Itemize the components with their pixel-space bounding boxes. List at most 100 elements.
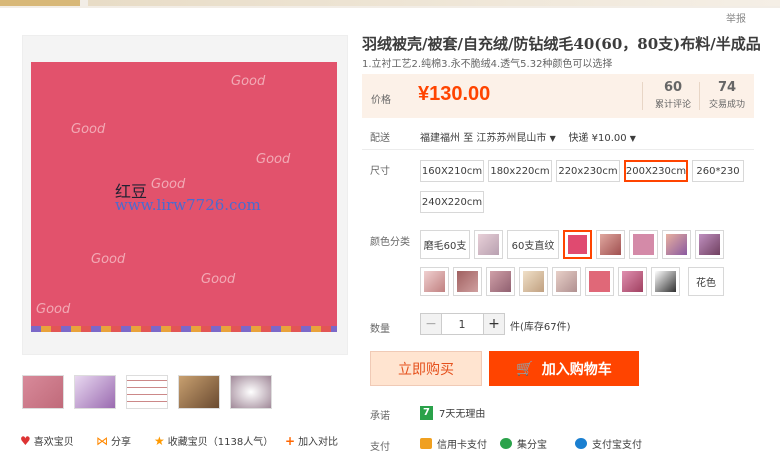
thumbnail-4[interactable] [178,375,220,409]
swatch-fill [633,234,654,255]
sales-count: 74 [717,80,737,95]
color-label: 颜色分类 [370,237,410,248]
sales-label: 交易成功 [708,100,745,110]
cart-icon: 🛒 [516,360,534,377]
size-option-220x230[interactable]: 220x230cm [556,160,620,182]
color-swatch[interactable] [629,230,658,259]
swatch-fill [568,235,587,254]
compare-label: 加入对比 [298,437,339,448]
image-watermark-url: www.lirw7726.com [115,196,261,214]
payment-alipay[interactable]: 支付宝支付 [575,436,642,451]
swatch-fill [699,234,720,255]
ship-method-select[interactable]: 快递 ¥10.00 ▼ [568,133,636,144]
size-option-200x230[interactable]: 200X230cm [624,160,688,182]
swatch-fill [424,271,445,292]
price-panel: 价格 ¥130.00 60 累计评论 74 交易成功 [362,74,754,118]
thumbnail-2[interactable] [74,375,116,409]
color-swatch[interactable] [695,230,724,259]
collect-button[interactable]: ★ 收藏宝贝（1138人气） [154,433,274,449]
thumbnail-3[interactable] [126,375,168,409]
compare-button[interactable]: + 加入对比 [285,433,339,449]
plus-icon: + [285,433,296,448]
swatch-fill [556,271,577,292]
size-option-240x220[interactable]: 240X220cm [420,191,484,213]
chevron-down-icon: ▼ [549,134,556,143]
size-option-260x230[interactable]: 260*230 [692,160,744,182]
payment-jifenbao[interactable]: 集分宝 [500,436,547,451]
buy-now-button[interactable]: 立即购买 [370,351,482,386]
color-swatch[interactable] [585,267,614,296]
product-title: 羽绒被壳/被套/自充绒/防钻绒毛40(60，80支)布料/半成品 [362,35,761,53]
color-swatch[interactable] [552,267,581,296]
price-label: 价格 [371,95,391,106]
swatch-fill [600,234,621,255]
swatch-fill [490,271,511,292]
share-label: 分享 [111,437,131,448]
color-swatch[interactable] [618,267,647,296]
collect-label: 收藏宝贝（1138人气） [167,437,274,448]
swatch-fill [666,234,687,255]
swatch-fill [655,271,676,292]
stock-info: 件(库存67件) [510,322,571,333]
color-swatch[interactable] [453,267,482,296]
heart-icon: ♥ [20,433,31,448]
payment-credit-card[interactable]: 信用卡支付 [420,436,487,451]
color-swatch-selected[interactable] [563,230,592,259]
size-label: 尺寸 [370,166,390,177]
add-to-cart-button[interactable]: 🛒 加入购物车 [489,351,639,386]
thumbnail-1[interactable] [22,375,64,409]
color-swatch[interactable] [596,230,625,259]
ship-to-word: 至 [463,133,474,144]
price-value: ¥130.00 [418,83,491,105]
reviews-stat[interactable]: 60 累计评论 [650,80,696,110]
share-button[interactable]: ⋈ 分享 [96,433,131,449]
payment-method-label: 支付宝支付 [592,440,642,451]
shipping-info: 福建福州 至 江苏苏州昆山市 ▼ 快递 ¥10.00 ▼ [420,129,636,144]
payment-method-label: 信用卡支付 [437,440,487,451]
swatch-fill [478,234,499,255]
size-option-180x220[interactable]: 180x220cm [488,160,552,182]
chevron-down-icon: ▼ [629,134,636,143]
divider [362,149,754,150]
quantity-input[interactable]: 1 [441,313,483,335]
sales-stat: 74 交易成功 [704,80,750,110]
ship-to-select[interactable]: 江苏苏州昆山市 ▼ [476,133,555,144]
star-icon: ★ [154,433,165,448]
promise-info[interactable]: 7 7天无理由 [420,405,485,420]
color-option-stripe[interactable]: 60支直纹 [507,230,559,259]
jifenbao-icon [500,438,512,449]
swatch-fill [523,271,544,292]
thumbnail-5[interactable] [230,375,272,409]
share-icon: ⋈ [96,433,108,448]
color-option-floral[interactable]: 花色 [688,267,724,296]
size-option-160x210[interactable]: 160X210cm [420,160,484,182]
color-swatch[interactable] [651,267,680,296]
favorite-button[interactable]: ♥ 喜欢宝贝 [20,433,74,449]
swatch-fill [622,271,643,292]
payment-method-label: 集分宝 [517,440,547,451]
main-product-image[interactable]: Good Good Good Good Good Good Good 红豆 ww… [22,35,348,355]
report-link[interactable]: 举报 [726,10,746,25]
swatch-fill [589,271,610,292]
shipping-label: 配送 [370,133,390,144]
add-to-cart-label: 加入购物车 [541,361,612,378]
color-swatch[interactable] [486,267,515,296]
payment-label: 支付 [370,442,390,453]
reviews-label: 累计评论 [654,100,691,110]
swatch-fill [457,271,478,292]
promise-text: 7天无理由 [439,409,486,420]
reviews-count: 60 [663,80,683,95]
top-decoration-bar [0,0,780,8]
promise-label: 承诺 [370,411,390,422]
color-swatch[interactable] [474,230,503,259]
color-swatch[interactable] [519,267,548,296]
color-swatch[interactable] [662,230,691,259]
alipay-icon [575,438,587,449]
color-swatch[interactable] [420,267,449,296]
quantity-decrement-button[interactable]: − [420,313,442,335]
quantity-increment-button[interactable]: + [483,313,505,335]
color-option-mohair[interactable]: 磨毛60支 [420,230,470,259]
seven-day-icon: 7 [420,405,433,420]
credit-card-icon [420,438,432,449]
product-subtitle: 1.立衬工艺2.纯棉3.永不脆绒4.透气5.32种颜色可以选择 [362,59,613,70]
